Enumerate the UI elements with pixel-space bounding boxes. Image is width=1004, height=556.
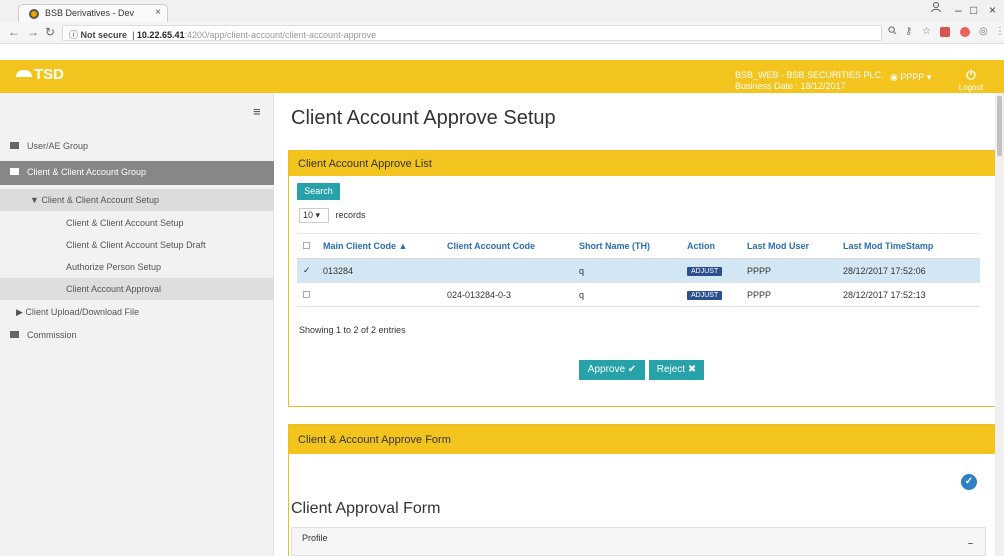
cell-last-mod-timestamp: 28/12/2017 17:52:06 [837,258,980,283]
window-close-icon[interactable]: × [989,3,996,17]
back-icon[interactable]: ← [8,25,20,39]
user-name: PPPP ▾ [900,72,932,82]
approve-button[interactable]: Approve ✔ [579,360,645,380]
col-header[interactable]: Last Mod TimeStamp [837,233,980,259]
cell-short-name: q [573,258,681,283]
table-row[interactable]: 024-013284-0-3 q ADJUST PPPP 28/12/2017 … [297,282,980,307]
scrollbar[interactable] [995,93,1004,556]
page-size-control: 10 ▾ records [299,208,366,223]
minimize-icon[interactable]: – [955,3,962,17]
key-icon[interactable]: ⚷ [905,26,912,37]
security-indicator: Not secure [80,30,128,40]
table-row[interactable]: ✓ 013284 q ADJUST PPPP 28/12/2017 17:52:… [297,258,980,283]
col-header[interactable]: Client Account Code [441,233,573,259]
entries-info: Showing 1 to 2 of 2 entries [299,325,406,335]
sidebar-item-authorize-person-setup[interactable]: Authorize Person Setup [0,256,274,278]
folder-icon [10,142,19,149]
favicon-icon [29,9,39,19]
logo-icon [16,70,32,77]
cell-short-name: q [573,282,681,307]
profile-section-header[interactable]: Profile – [291,527,986,556]
forward-icon[interactable]: → [27,25,39,39]
tab-close-icon[interactable]: × [155,7,161,18]
col-header[interactable]: Main Client Code ▲ [317,233,441,259]
page-title: Client Account Approve Setup [291,107,556,129]
adjust-button[interactable]: ADJUST [687,267,723,276]
row-checkbox[interactable]: ✓ [297,258,317,283]
sidebar-item-user-ae-group[interactable]: User/AE Group [0,135,274,157]
sidebar-item-commission[interactable]: Commission [0,324,274,346]
search-button[interactable]: Search [297,183,340,200]
cell-last-mod-user: PPPP [741,282,837,307]
cell-client-account-code [441,258,573,283]
company-info: BSB_WEB - BSB SECURITIES PLC. Business D… [735,70,884,92]
extension-icon-2[interactable]: ◎ [979,26,988,37]
profile-label: Profile [302,533,328,543]
collapse-icon[interactable]: – [968,538,973,548]
col-header[interactable]: Action [681,233,741,259]
browser-tab-strip: BSB Derivatives - Dev × – □ × [0,0,1004,22]
scrollbar-thumb[interactable] [997,96,1002,156]
address-bar: ← → ↻ ⓘ Not secure | 10.22.65.41:4200/ap… [0,22,1004,44]
reject-button[interactable]: Reject ✖ [649,360,704,380]
folder-icon [10,331,19,338]
cell-main-client-code: 013284 [317,258,441,283]
menu-icon[interactable]: ⋮ [995,26,1004,37]
profile-icon[interactable] [930,1,942,16]
sidebar-item-client-account-approval[interactable]: Client Account Approval [0,278,274,300]
maximize-icon[interactable]: □ [970,3,977,17]
logout-label: Logout [958,83,984,92]
search-icon[interactable] [888,26,897,38]
power-icon: ⏻ [966,68,976,82]
records-label: records [335,210,366,220]
approve-table: Main Client Code ▲ Client Account Code S… [297,233,980,307]
hamburger-icon[interactable]: ≡ [253,104,261,119]
extension-stop-icon[interactable] [960,27,970,37]
table-header-row: Main Client Code ▲ Client Account Code S… [297,233,980,259]
sidebar-item-client-setup[interactable]: ▼ Client & Client Account Setup [0,189,274,211]
sidebar: ≡ User/AE Group Client & Client Account … [0,93,274,556]
col-header[interactable]: Short Name (TH) [573,233,681,259]
info-icon: ⓘ [69,30,79,40]
cell-client-account-code: 024-013284-0-3 [441,282,573,307]
cell-last-mod-user: PPPP [741,258,837,283]
company-name: BSB_WEB - BSB SECURITIES PLC. [735,70,884,80]
user-icon: ◉ [890,72,898,82]
sidebar-item-upload-download[interactable]: ▶ Client Upload/Download File [0,301,274,323]
check-circle-icon[interactable]: ✓ [961,474,977,490]
url-path: :4200/app/client-account/client-account-… [184,30,377,40]
sidebar-item-client-group[interactable]: Client & Client Account Group [0,161,274,185]
cell-main-client-code [317,282,441,307]
form-panel-heading: Client & Account Approve Form [289,425,1001,454]
adjust-button[interactable]: ADJUST [687,291,723,300]
reload-icon[interactable]: ↻ [45,25,55,39]
star-icon[interactable]: ☆ [922,26,931,37]
logout-button[interactable]: ⏻ Logout [955,68,987,92]
row-checkbox[interactable] [297,282,317,307]
url-input[interactable]: ⓘ Not secure | 10.22.65.41:4200/app/clie… [62,25,882,41]
approve-list-panel: Client Account Approve List Search 10 ▾ … [288,150,1002,407]
page-size-select[interactable]: 10 ▾ [299,208,329,223]
sidebar-item-client-account-setup-draft[interactable]: Client & Client Account Setup Draft [0,234,274,256]
panel-heading: Client Account Approve List [289,151,1001,176]
form-title: Client Approval Form [291,500,441,517]
app-logo[interactable]: TSD [16,66,64,83]
extension-icon[interactable] [940,27,950,37]
select-all-checkbox[interactable] [297,233,317,259]
browser-tab[interactable]: BSB Derivatives - Dev × [18,4,168,22]
app-header: TSD BSB_WEB - BSB SECURITIES PLC. Busine… [0,60,1004,93]
url-host: 10.22.65.41 [136,30,185,40]
sidebar-item-client-account-setup[interactable]: Client & Client Account Setup [0,212,274,234]
cell-last-mod-timestamp: 28/12/2017 17:52:13 [837,282,980,307]
col-header[interactable]: Last Mod User [741,233,837,259]
business-date: Business Date : 18/12/2017 [735,81,846,91]
tab-title: BSB Derivatives - Dev [45,8,135,18]
folder-open-icon [10,168,19,175]
user-menu-button[interactable]: ◉ PPPP ▾ [890,72,931,83]
